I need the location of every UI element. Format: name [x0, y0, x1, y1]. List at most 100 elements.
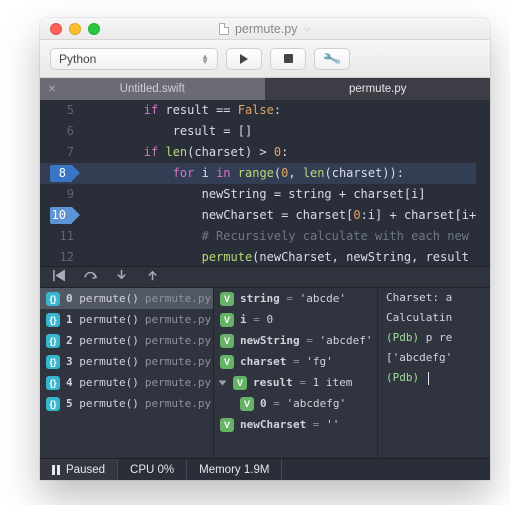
console-line[interactable]: Calculatin: [378, 308, 490, 328]
document-icon: [219, 23, 229, 35]
frame-label: 4 permute(): [66, 376, 139, 389]
debug-toolbar: [40, 266, 490, 288]
window-title-text: permute.py: [235, 22, 298, 36]
stack-frame[interactable]: {}5 permute()permute.py:12: [40, 393, 213, 414]
run-button[interactable]: [226, 48, 262, 70]
line-number[interactable]: 7: [40, 142, 74, 163]
variable-row[interactable]: V 0 = 'abcdefg': [214, 393, 377, 414]
code-line[interactable]: for i in range(0, len(charset)):: [40, 163, 476, 184]
stop-button[interactable]: [270, 48, 306, 70]
var-text: 0 = 'abcdefg': [260, 397, 346, 410]
console-line[interactable]: ['abcdefg': [378, 348, 490, 368]
frame-badge-icon: {}: [46, 313, 60, 327]
status-cpu: CPU 0%: [118, 459, 187, 480]
breakpoint-marker[interactable]: 8: [50, 165, 72, 182]
frame-badge-icon: {}: [46, 397, 60, 411]
console-line[interactable]: (Pdb) p re: [378, 328, 490, 348]
titlebar: permute.py ⌵: [40, 18, 490, 40]
console-pane[interactable]: Charset: a Calculatin(Pdb) p re['abcdefg…: [378, 288, 490, 458]
code-line[interactable]: newString = string + charset[i]: [86, 184, 476, 205]
frame-badge-icon: {}: [46, 355, 60, 369]
stack-frame[interactable]: {} 1 permute() permute.py:12: [40, 309, 213, 330]
line-number[interactable]: 12: [40, 247, 74, 266]
window-title: permute.py ⌵: [40, 22, 490, 36]
line-number[interactable]: 9: [40, 184, 74, 205]
breakpoint-marker[interactable]: 10: [50, 207, 72, 224]
frame-badge-icon: {}: [46, 334, 60, 348]
var-badge-icon: V: [240, 397, 254, 411]
tab-untitled-swift[interactable]: ✕Untitled.swift: [40, 78, 266, 100]
stack-frame[interactable]: {}3 permute()permute.py:12: [40, 351, 213, 372]
close-window-icon[interactable]: [50, 23, 62, 35]
line-number[interactable]: 5: [40, 100, 74, 121]
stack-frame[interactable]: {}0 permute()permute.py:8: [40, 288, 213, 309]
close-tab-icon[interactable]: ✕: [48, 84, 56, 95]
frame-location: permute.py:12: [145, 334, 214, 347]
line-number[interactable]: 6: [40, 121, 74, 142]
status-state-label: Paused: [66, 464, 105, 476]
code-line[interactable]: permute(newCharset, newString, result: [86, 247, 476, 266]
console-line[interactable]: (Pdb): [378, 368, 490, 388]
variable-row[interactable]: Vstring = 'abcde': [214, 288, 377, 309]
frame-badge-icon: {}: [46, 376, 60, 390]
var-text: i = 0: [240, 313, 273, 326]
var-badge-icon: V: [220, 418, 234, 432]
step-in-button[interactable]: [114, 268, 129, 286]
step-over-button[interactable]: [83, 268, 98, 286]
frame-location: permute.py:12: [145, 376, 214, 389]
status-memory: Memory 1.9M: [187, 459, 282, 480]
var-badge-icon: V: [220, 334, 234, 348]
status-bar: Paused CPU 0% Memory 1.9M: [40, 458, 490, 480]
settings-button[interactable]: 🔧: [314, 48, 350, 70]
toolbar: Python ▲▼ 🔧: [40, 40, 490, 78]
code-line[interactable]: result = []: [86, 121, 476, 142]
code-line[interactable]: if result == False:: [86, 100, 476, 121]
disclosure-triangle-icon[interactable]: [219, 380, 227, 385]
code-line[interactable]: if len(charset) > 0:: [86, 142, 476, 163]
variable-row[interactable]: Vi = 0: [214, 309, 377, 330]
frame-location: permute.py:8: [145, 292, 214, 305]
line-number[interactable]: 11: [40, 226, 74, 247]
variable-row[interactable]: VnewString = 'abcdef': [214, 330, 377, 351]
var-text: newCharset = '': [240, 418, 339, 431]
step-out-button[interactable]: [145, 268, 160, 286]
stack-frame[interactable]: {} 4 permute() permute.py:12: [40, 372, 213, 393]
code-area[interactable]: if result == False: result = [] if len(c…: [82, 100, 476, 266]
variable-row[interactable]: Vresult = 1 item: [214, 372, 377, 393]
continue-button[interactable]: [52, 268, 67, 286]
call-stack-pane[interactable]: {}0 permute()permute.py:8{}1 permute()pe…: [40, 288, 214, 458]
var-text: result = 1 item: [253, 376, 352, 389]
updown-icon: ▲▼: [201, 54, 209, 64]
zoom-window-icon[interactable]: [88, 23, 100, 35]
tab-permute-py[interactable]: permute.py: [266, 78, 491, 100]
frame-label: 5 permute(): [66, 397, 139, 410]
play-icon: [240, 54, 248, 64]
title-dropdown-icon[interactable]: ⌵: [303, 23, 311, 34]
stop-icon: [284, 54, 293, 63]
code-line[interactable]: newCharset = charset[0:i] + charset[i+: [86, 205, 476, 226]
frame-location: permute.py:12: [145, 355, 214, 368]
app-window: permute.py ⌵ Python ▲▼ 🔧 ✕Untitled.swift…: [40, 18, 490, 480]
text-cursor: [428, 372, 429, 385]
code-editor[interactable]: 567 8 9 10 1112 if result == False: result =…: [40, 100, 490, 266]
variables-pane[interactable]: Vstring = 'abcde'Vi = 0VnewString = 'abc…: [214, 288, 378, 458]
var-text: newString = 'abcdef': [240, 334, 372, 347]
var-text: charset = 'fg': [240, 355, 333, 368]
status-state[interactable]: Paused: [40, 459, 118, 480]
frame-badge-icon: {}: [46, 292, 60, 306]
frame-location: permute.py:12: [145, 313, 214, 326]
var-badge-icon: V: [220, 355, 234, 369]
wrench-icon: 🔧: [322, 48, 343, 69]
frame-label: 1 permute(): [66, 313, 139, 326]
minimize-window-icon[interactable]: [69, 23, 81, 35]
console-line[interactable]: Charset: a: [378, 288, 490, 308]
var-badge-icon: V: [233, 376, 247, 390]
var-text: string = 'abcde': [240, 292, 346, 305]
code-line[interactable]: # Recursively calculate with each new: [86, 226, 476, 247]
variable-row[interactable]: VnewCharset = '': [214, 414, 377, 435]
var-badge-icon: V: [220, 313, 234, 327]
stack-frame[interactable]: {}2 permute()permute.py:12: [40, 330, 213, 351]
language-selector[interactable]: Python ▲▼: [50, 48, 218, 70]
variable-row[interactable]: Vcharset = 'fg': [214, 351, 377, 372]
debug-panes: {}0 permute()permute.py:8{}1 permute()pe…: [40, 288, 490, 458]
